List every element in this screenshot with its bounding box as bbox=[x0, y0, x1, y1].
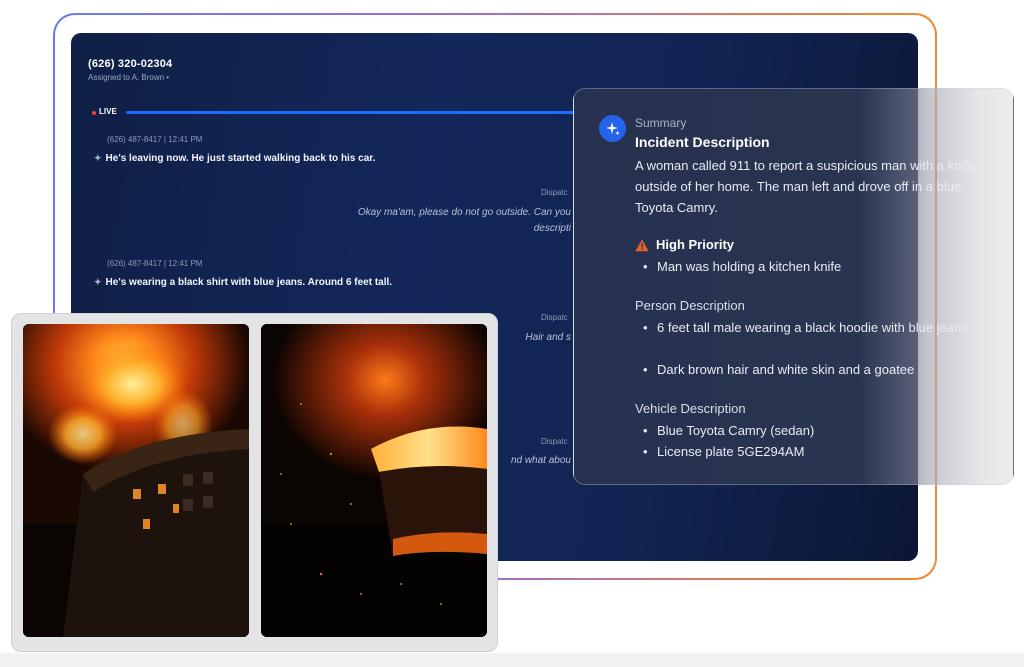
live-indicator: LIVE bbox=[88, 107, 608, 119]
warning-icon bbox=[635, 239, 649, 257]
dispatch-message: Hair and s bbox=[525, 332, 571, 343]
sparkle-icon bbox=[599, 115, 626, 142]
dispatch-label: Dispatc bbox=[541, 437, 568, 446]
message-meta: (626) 487-8417 | 12:41 PM bbox=[107, 259, 203, 268]
live-progress-line bbox=[126, 111, 606, 114]
page-bottom-strip bbox=[0, 653, 1024, 667]
person-item: Dark brown hair and white skin and a goa… bbox=[643, 359, 993, 380]
incident-description: A woman called 911 to report a suspiciou… bbox=[635, 158, 976, 215]
live-dot-icon bbox=[92, 111, 96, 115]
fire-photo-1[interactable]: DA bbox=[23, 324, 249, 637]
caller-message: ✦ He's wearing a black shirt with blue je… bbox=[94, 277, 393, 288]
vehicle-heading: Vehicle Description bbox=[635, 401, 746, 416]
fire-photo-2[interactable] bbox=[261, 324, 487, 637]
summary-title: Incident Description bbox=[635, 134, 770, 150]
caller-marker-icon: ✦ bbox=[94, 277, 102, 287]
dispatch-label: Dispatc bbox=[541, 188, 568, 197]
caller-marker-icon: ✦ bbox=[94, 153, 102, 163]
dispatch-message: Okay ma'am, please do not go outside. Ca… bbox=[357, 207, 571, 218]
live-label: LIVE bbox=[99, 107, 117, 116]
summary-label: Summary bbox=[635, 116, 687, 130]
dispatch-label: Dispatc bbox=[541, 313, 568, 322]
priority-item: Man was holding a kitchen knife bbox=[643, 256, 993, 277]
vehicle-item: Blue Toyota Camry (sedan) bbox=[643, 420, 993, 441]
vehicle-item: License plate 5GE294AM bbox=[643, 441, 993, 462]
caller-phone-number: (626) 320-02304 bbox=[88, 58, 173, 70]
assigned-to-label: Assigned to A. Brown • bbox=[88, 73, 170, 82]
message-meta: (626) 487-8417 | 12:41 PM bbox=[107, 135, 203, 144]
person-item: 6 feet tall male wearing a black hoodie … bbox=[643, 317, 993, 338]
caller-message: ✦ He's leaving now. He just started walki… bbox=[94, 153, 376, 164]
summary-card: Summary Incident Description A woman cal… bbox=[573, 88, 1014, 485]
priority-heading: High Priority bbox=[656, 237, 735, 252]
dispatch-message-cont: descripti bbox=[533, 223, 571, 234]
person-heading: Person Description bbox=[635, 298, 745, 313]
